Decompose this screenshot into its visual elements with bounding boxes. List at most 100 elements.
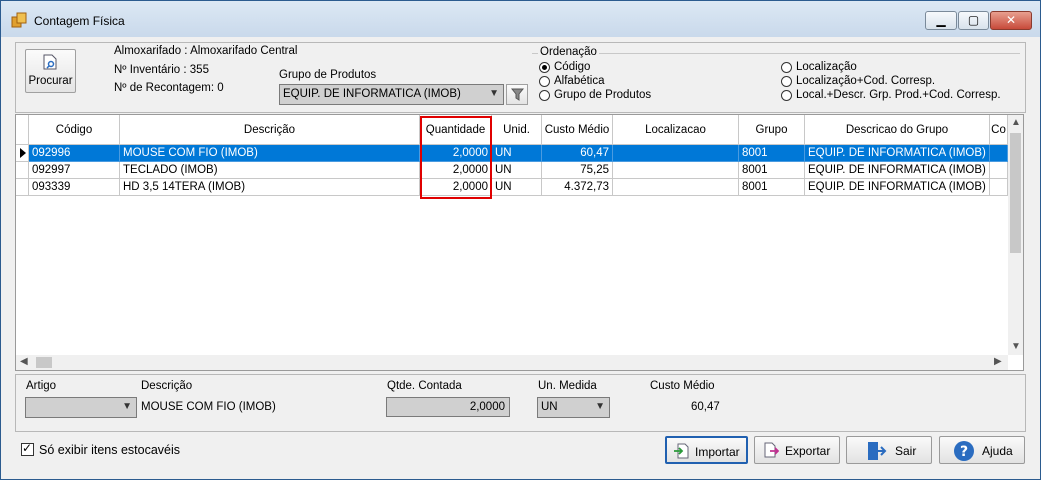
radio-alfabetica-label: Alfabética (554, 75, 605, 87)
cell-codigo[interactable]: 092997 (29, 162, 120, 179)
minimize-button[interactable]: ▁ (925, 11, 957, 30)
title-bar[interactable]: Contagem Física ▁ ▢ ✕ (1, 1, 1040, 37)
cell-co[interactable] (990, 145, 1008, 162)
scroll-up-icon[interactable]: ▲ (1011, 117, 1021, 128)
artigo-select[interactable]: ▼ (25, 397, 137, 418)
sair-button[interactable]: Sair (846, 436, 932, 464)
radio-codigo[interactable] (539, 62, 550, 73)
grupo-produtos-value: EQUIP. DE INFORMATICA (IMOB) (283, 88, 461, 100)
radio-codigo-label: Código (554, 61, 591, 73)
document-search-icon (43, 54, 57, 70)
descricao-label: Descrição (141, 380, 193, 392)
table-row[interactable]: 093339 HD 3,5 14TERA (IMOB) 2,0000 UN 4.… (16, 179, 1008, 196)
close-icon: ✕ (1005, 13, 1017, 27)
chevron-down-icon: ▼ (122, 401, 132, 412)
radio-localizacao[interactable] (781, 62, 792, 73)
exportar-button[interactable]: Exportar (754, 436, 840, 464)
column-header-codigo[interactable]: Código (29, 115, 120, 145)
items-grid[interactable]: Código Descrição Quantidade Unid. Custo … (15, 114, 1024, 371)
column-header-localizacao[interactable]: Localizacao (613, 115, 739, 145)
quantidade-highlight-box (420, 116, 492, 199)
minimize-icon: ▁ (936, 13, 946, 27)
cell-co[interactable] (990, 179, 1008, 196)
estocaveis-checkbox[interactable] (21, 441, 34, 456)
cell-unid[interactable]: UN (492, 145, 542, 162)
maximize-icon: ▢ (967, 13, 980, 27)
vertical-scrollbar[interactable]: ▲ ▼ (1008, 115, 1023, 355)
unidade-select[interactable]: UN ▼ (537, 397, 610, 418)
horizontal-scrollbar[interactable]: ◀ ▶ (16, 355, 1008, 370)
recontagem-text: Nº de Recontagem: 0 (114, 82, 224, 94)
scroll-right-icon[interactable]: ▶ (994, 356, 1002, 367)
scroll-down-icon[interactable]: ▼ (1011, 341, 1021, 352)
search-button-label: Procurar (28, 75, 73, 87)
cell-descricao-grupo[interactable]: EQUIP. DE INFORMATICA (IMOB) (805, 145, 990, 162)
chevron-down-icon: ▼ (489, 88, 499, 99)
cell-grupo[interactable]: 8001 (739, 179, 805, 196)
cell-grupo[interactable]: 8001 (739, 162, 805, 179)
cell-unid[interactable]: UN (492, 179, 542, 196)
almoxarifado-text: Almoxarifado : Almoxarifado Central (114, 45, 298, 57)
horizontal-scroll-thumb[interactable] (36, 357, 52, 368)
cell-codigo[interactable]: 093339 (29, 179, 120, 196)
importar-button[interactable]: Importar (665, 436, 748, 464)
cell-grupo[interactable]: 8001 (739, 145, 805, 162)
search-button[interactable]: Procurar (25, 49, 76, 93)
cell-localizacao[interactable] (613, 179, 739, 196)
column-header-custo-medio[interactable]: Custo Médio (542, 115, 613, 145)
cell-localizacao[interactable] (613, 145, 739, 162)
cell-custo-medio[interactable]: 75,25 (542, 162, 613, 179)
window-title: Contagem Física (34, 14, 125, 28)
qtde-contada-field[interactable]: 2,0000 (386, 397, 510, 417)
cell-descricao[interactable]: HD 3,5 14TERA (IMOB) (120, 179, 420, 196)
cell-custo-medio[interactable]: 60,47 (542, 145, 613, 162)
filter-button[interactable] (506, 84, 528, 105)
radio-alfabetica[interactable] (539, 76, 550, 87)
cell-co[interactable] (990, 162, 1008, 179)
cell-codigo[interactable]: 092996 (29, 145, 120, 162)
cell-descricao-grupo[interactable]: EQUIP. DE INFORMATICA (IMOB) (805, 179, 990, 196)
radio-grupo-produtos-label: Grupo de Produtos (554, 89, 652, 101)
radio-local-descr[interactable] (781, 90, 792, 101)
svg-text:?: ? (960, 444, 968, 460)
ajuda-button[interactable]: ? Ajuda (939, 436, 1025, 464)
table-row[interactable]: 092996 MOUSE COM FIO (IMOB) 2,0000 UN 60… (16, 145, 1008, 162)
close-button[interactable]: ✕ (990, 11, 1032, 30)
scroll-left-icon[interactable]: ◀ (20, 356, 28, 367)
custo-medio-value: 60,47 (691, 401, 720, 413)
ordenacao-label: Ordenação (538, 46, 599, 58)
artigo-label: Artigo (26, 380, 57, 392)
radio-local-descr-label: Local.+Descr. Grp. Prod.+Cod. Corresp. (796, 89, 1001, 101)
descricao-value: MOUSE COM FIO (IMOB) (141, 401, 276, 413)
app-icon (11, 12, 27, 28)
importar-label: Importar (695, 445, 740, 459)
grupo-produtos-select[interactable]: EQUIP. DE INFORMATICA (IMOB) ▼ (279, 84, 504, 105)
ajuda-label: Ajuda (982, 444, 1013, 458)
vertical-scroll-thumb[interactable] (1010, 133, 1021, 253)
custo-medio-label: Custo Médio (650, 380, 715, 392)
radio-localizacao-cod[interactable] (781, 76, 792, 87)
column-header-descricao[interactable]: Descrição (120, 115, 420, 145)
inventario-text: Nº Inventário : 355 (114, 64, 209, 76)
maximize-button[interactable]: ▢ (958, 11, 989, 30)
cell-localizacao[interactable] (613, 162, 739, 179)
cell-descricao-grupo[interactable]: EQUIP. DE INFORMATICA (IMOB) (805, 162, 990, 179)
radio-grupo-produtos[interactable] (539, 90, 550, 101)
sair-label: Sair (895, 444, 917, 458)
estocaveis-checkbox-label: Só exibir itens estocavéis (39, 443, 181, 457)
column-header-co[interactable]: Co (990, 115, 1008, 145)
cell-descricao[interactable]: MOUSE COM FIO (IMOB) (120, 145, 420, 162)
column-header-unid[interactable]: Unid. (492, 115, 542, 145)
chevron-down-icon: ▼ (595, 401, 605, 412)
cell-unid[interactable]: UN (492, 162, 542, 179)
table-row[interactable]: 092997 TECLADO (IMOB) 2,0000 UN 75,25 80… (16, 162, 1008, 179)
column-header-descricao-grupo[interactable]: Descricao do Grupo (805, 115, 990, 145)
filter-icon (511, 88, 524, 101)
column-header-grupo[interactable]: Grupo (739, 115, 805, 145)
main-window: Contagem Física ▁ ▢ ✕ Procurar Almoxarif… (0, 0, 1041, 480)
import-icon (674, 443, 689, 459)
cell-custo-medio[interactable]: 4.372,73 (542, 179, 613, 196)
grid-header-indicator (16, 115, 29, 145)
cell-descricao[interactable]: TECLADO (IMOB) (120, 162, 420, 179)
export-icon (764, 442, 779, 458)
